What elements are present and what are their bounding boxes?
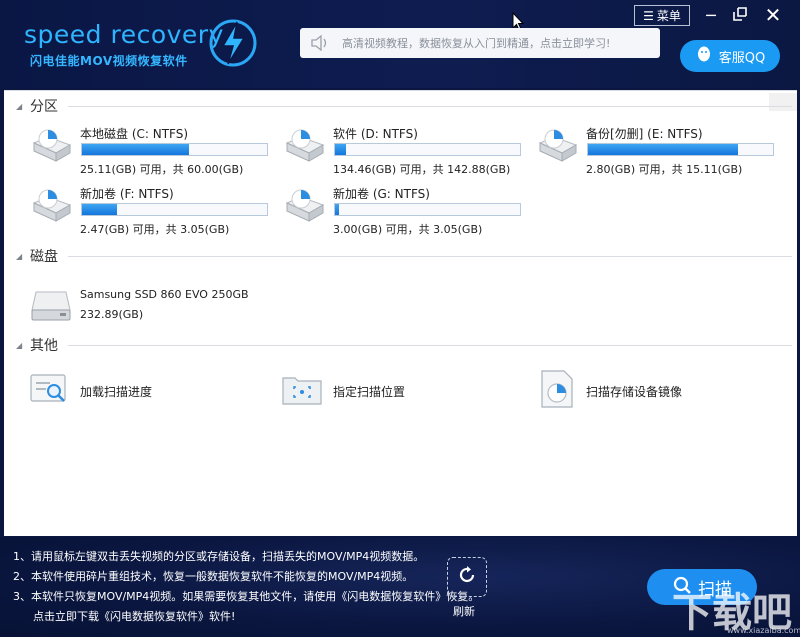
partition-info: 134.46(GB) 可用，共 142.88(GB) xyxy=(333,163,511,176)
hard-drive-icon xyxy=(281,185,327,233)
speaker-icon xyxy=(310,35,330,51)
notice-banner[interactable]: 高清视频教程，数据恢复从入门到精通，点击立即学习! xyxy=(300,28,660,58)
partition-item-d[interactable]: 软件 (D: NTFS) 134.46(GB) 可用，共 142.88(GB) xyxy=(281,125,531,181)
tip-line-3: 3、本软件只恢复MOV/MP4视频。如果需要恢复其他文件，请使用《闪电数据恢复软… xyxy=(13,590,480,603)
partition-name: 新加卷 (F: NTFS) xyxy=(80,187,174,201)
collapse-triangle-icon: ◢ xyxy=(16,340,23,350)
partition-info: 2.47(GB) 可用，共 3.05(GB) xyxy=(80,223,230,236)
divider xyxy=(68,255,792,257)
collapse-triangle-icon: ◢ xyxy=(16,101,23,111)
customer-service-label: 客服QQ xyxy=(718,50,766,66)
usage-bar xyxy=(334,143,521,156)
divider xyxy=(68,105,792,107)
usage-bar xyxy=(587,143,774,156)
title-bar: speed recovery 闪电佳能MOV视频恢复软件 ☰ 菜单 ─ ✕ 高清… xyxy=(0,0,800,88)
partition-name: 软件 (D: NTFS) xyxy=(333,127,418,141)
partition-info: 2.80(GB) 可用，共 15.11(GB) xyxy=(586,163,743,176)
tip-line-1: 1、请用鼠标左键双击丢失视频的分区或存储设备，扫描丢失的MOV/MP4视频数据。 xyxy=(13,550,425,563)
qq-penguin-icon xyxy=(695,45,713,67)
refresh-label: 刷新 xyxy=(453,605,475,618)
specify-scan-location-item[interactable]: 指定扫描位置 xyxy=(281,373,501,409)
folder-location-icon xyxy=(281,372,323,410)
hard-drive-icon xyxy=(281,125,327,173)
partition-item-f[interactable]: 新加卷 (F: NTFS) 2.47(GB) 可用，共 3.05(GB) xyxy=(28,185,278,241)
collapse-triangle-icon: ◢ xyxy=(16,251,23,261)
other-label: 指定扫描位置 xyxy=(333,384,406,399)
section-title: 磁盘 xyxy=(30,249,58,265)
refresh-icon xyxy=(456,564,478,590)
partition-item-e[interactable]: 备份[勿删] (E: NTFS) 2.80(GB) 可用，共 15.11(GB) xyxy=(534,125,784,181)
section-partitions-header[interactable]: ◢ 分区 xyxy=(16,96,792,116)
partition-item-c[interactable]: 本地磁盘 (C: NTFS) 25.11(GB) 可用，共 60.00(GB) xyxy=(28,125,278,181)
section-others-header[interactable]: ◢ 其他 xyxy=(16,335,792,355)
usage-bar xyxy=(81,203,268,216)
section-disks-header[interactable]: ◢ 磁盘 xyxy=(16,246,792,266)
minimize-icon[interactable]: ─ xyxy=(701,6,721,25)
refresh-button[interactable] xyxy=(447,557,487,597)
partition-name: 新加卷 (G: NTFS) xyxy=(333,187,430,201)
hard-drive-icon xyxy=(534,125,580,173)
disk-image-icon xyxy=(538,369,576,413)
maximize-icon[interactable] xyxy=(730,6,750,26)
partition-info: 3.00(GB) 可用，共 3.05(GB) xyxy=(333,223,483,236)
main-panel: ◢ 分区 本地磁盘 (C: NTFS) 25.11(GB) 可用，共 60.00… xyxy=(4,90,797,536)
disk-item[interactable]: Samsung SSD 860 EVO 250GB 232.89(GB) xyxy=(30,286,330,326)
usage-bar-fill xyxy=(82,204,118,215)
partition-item-g[interactable]: 新加卷 (G: NTFS) 3.00(GB) 可用，共 3.05(GB) xyxy=(281,185,531,241)
ssd-drive-icon xyxy=(30,288,72,326)
customer-service-button[interactable]: 客服QQ xyxy=(680,40,780,72)
notice-text: 高清视频教程，数据恢复从入门到精通，点击立即学习! xyxy=(342,37,611,50)
usage-bar-fill xyxy=(335,144,347,155)
usage-bar-fill xyxy=(82,144,190,155)
section-title: 其他 xyxy=(30,338,58,354)
close-icon[interactable]: ✕ xyxy=(763,3,783,27)
usage-bar-fill xyxy=(335,204,339,215)
load-progress-icon xyxy=(28,372,70,410)
tip-line-2: 2、本软件使用碎片重组技术，恢复一般数据恢复软件不能恢复的MOV/MP4视频。 xyxy=(13,570,414,583)
disk-name: Samsung SSD 860 EVO 250GB xyxy=(80,288,249,301)
usage-bar xyxy=(334,203,521,216)
usage-bar xyxy=(81,143,268,156)
menu-label: 菜单 xyxy=(656,9,681,23)
scan-device-image-item[interactable]: 扫描存储设备镜像 xyxy=(538,370,758,409)
partition-info: 25.11(GB) 可用，共 60.00(GB) xyxy=(80,163,244,176)
load-scan-progress-item[interactable]: 加载扫描进度 xyxy=(28,373,248,409)
app-logo-subtitle: 闪电佳能MOV视频恢复软件 xyxy=(30,54,188,68)
usage-bar-fill xyxy=(588,144,738,155)
partition-name: 备份[勿删] (E: NTFS) xyxy=(586,127,703,141)
partition-name: 本地磁盘 (C: NTFS) xyxy=(80,127,189,141)
hard-drive-icon xyxy=(28,125,74,173)
menu-list-icon: ☰ xyxy=(643,8,654,23)
hard-drive-icon xyxy=(28,185,74,233)
other-label: 扫描存储设备镜像 xyxy=(586,384,683,399)
download-link[interactable]: 点击立即下载《闪电数据恢复软件》软件! xyxy=(33,608,235,624)
lightning-logo-icon xyxy=(206,16,260,74)
other-label: 加载扫描进度 xyxy=(80,384,153,399)
watermark-url: www.xiazaiba.com xyxy=(727,626,800,635)
divider xyxy=(68,344,792,346)
section-title: 分区 xyxy=(30,99,58,115)
menu-button[interactable]: ☰ 菜单 xyxy=(634,5,690,26)
app-logo-text: speed recovery xyxy=(24,20,224,49)
disk-size: 232.89(GB) xyxy=(80,308,144,321)
